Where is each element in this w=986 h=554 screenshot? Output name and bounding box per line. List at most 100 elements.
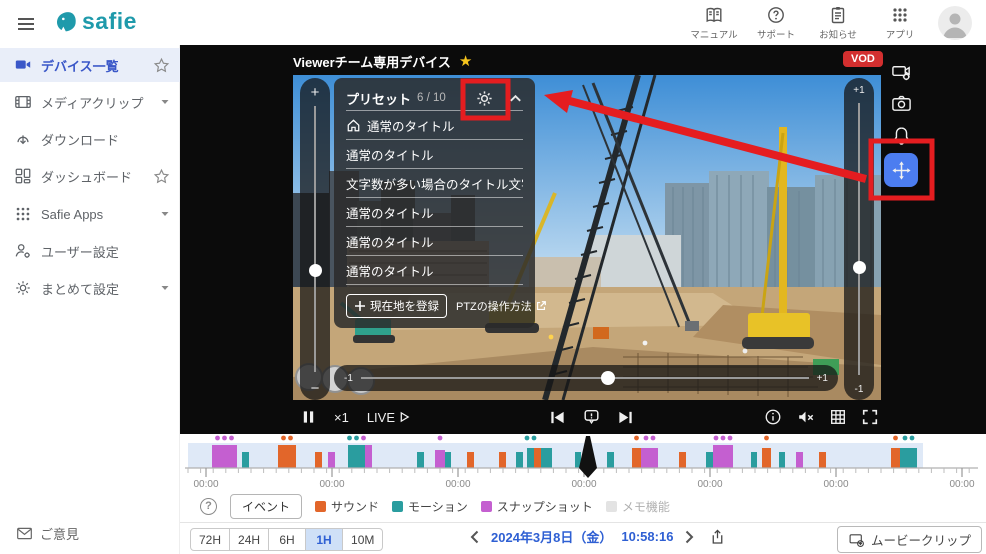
register-position-button[interactable]: 現在地を登録 xyxy=(346,294,447,318)
zoom-slider[interactable]: + − xyxy=(300,78,330,400)
tilt-slider-track[interactable] xyxy=(858,103,860,375)
sidebar-item-media-clip[interactable]: メディアクリップ xyxy=(0,85,180,119)
preset-item-1[interactable]: 通常のタイトル xyxy=(346,111,523,139)
fullscreen-button[interactable] xyxy=(861,408,879,426)
apps-grid-icon xyxy=(14,205,32,223)
range-6h-button[interactable]: 6H xyxy=(268,528,306,551)
nav-manual[interactable]: マニュアル xyxy=(686,5,742,41)
preset-item-6[interactable]: 通常のタイトル xyxy=(346,256,523,284)
sidebar-item-dashboard[interactable]: ダッシュボード xyxy=(0,159,180,193)
timeline[interactable]: 00:0000:0000:0000:0000:0000:0000:00 xyxy=(180,434,986,490)
playback-speed-button[interactable]: ×1 xyxy=(334,410,349,425)
legend-label: サウンド xyxy=(331,498,379,515)
event-dot-purple xyxy=(215,436,220,441)
pan-slider-handle[interactable] xyxy=(601,371,615,385)
sidebar-item-label: デバイス一覧 xyxy=(41,56,119,75)
star-icon[interactable] xyxy=(153,168,170,185)
nav-support[interactable]: サポート xyxy=(748,5,804,41)
nav-label: マニュアル xyxy=(690,27,737,41)
legend-memo: メモ機能 xyxy=(606,498,670,515)
zoom-slider-handle[interactable] xyxy=(309,264,322,277)
recorded-band xyxy=(188,443,923,468)
nav-apps[interactable]: アプリ xyxy=(872,5,928,41)
manual-book-icon xyxy=(704,5,724,25)
preset-collapse-chevron-icon[interactable] xyxy=(508,91,523,106)
share-button[interactable] xyxy=(709,528,726,546)
next-date-chevron-icon[interactable] xyxy=(682,529,696,545)
play-outline-icon xyxy=(399,411,410,423)
multi-view-button[interactable] xyxy=(829,408,847,426)
download-icon xyxy=(14,130,32,148)
range-1h-button[interactable]: 1H xyxy=(305,528,343,551)
video-frame[interactable]: + − +1 -1 -1 +1 プリセット 6 / 10 xyxy=(293,75,881,400)
timeline-tick-label: 00:00 xyxy=(697,479,722,490)
sidebar-item-label: ユーザー設定 xyxy=(41,242,119,261)
skip-back-icon xyxy=(548,409,566,426)
device-title: Viewerチーム専用デバイス xyxy=(293,52,451,71)
range-72h-button[interactable]: 72H xyxy=(190,528,230,551)
movie-clip-button[interactable]: ムービークリップ xyxy=(837,526,982,553)
live-label: LIVE xyxy=(367,410,395,425)
event-marker-button[interactable] xyxy=(582,408,601,426)
sidebar-item-label: メディアクリップ xyxy=(41,93,143,112)
tilt-down-label[interactable]: -1 xyxy=(855,377,864,400)
event-marker-teal xyxy=(900,448,917,468)
share-export-icon xyxy=(709,528,726,546)
preset-item-4[interactable]: 通常のタイトル xyxy=(346,198,523,226)
motion-color-swatch xyxy=(392,501,403,512)
side-toolbar xyxy=(884,55,918,187)
notification-button[interactable] xyxy=(884,119,918,151)
sidebar-item-download[interactable]: ダウンロード xyxy=(0,122,180,156)
ptz-help-link[interactable]: PTZの操作方法 xyxy=(456,298,547,314)
feedback-link[interactable]: ご意見 xyxy=(16,524,79,543)
range-24h-button[interactable]: 24H xyxy=(229,528,269,551)
preset-item-3[interactable]: 文字数が多い場合のタイトル文字数… xyxy=(346,169,523,197)
sidebar-item-bulk-settings[interactable]: まとめて設定 xyxy=(0,271,180,305)
snapshot-button[interactable] xyxy=(884,87,918,119)
sidebar-item-safie-apps[interactable]: Safie Apps xyxy=(0,197,180,231)
event-dot-teal xyxy=(903,436,908,441)
sidebar-item-device-list[interactable]: デバイス一覧 xyxy=(0,48,180,82)
hamburger-menu-icon[interactable] xyxy=(14,12,38,36)
sidebar-item-user-settings[interactable]: ユーザー設定 xyxy=(0,234,180,268)
ptz-help-label: PTZの操作方法 xyxy=(456,298,532,314)
device-camera-icon xyxy=(14,56,32,74)
preset-item-5[interactable]: 通常のタイトル xyxy=(346,227,523,255)
safie-logo[interactable]: safie xyxy=(54,10,137,36)
skip-forward-icon xyxy=(617,409,635,426)
zoom-slider-track[interactable] xyxy=(314,106,316,372)
tilt-slider-handle[interactable] xyxy=(853,261,866,274)
user-avatar[interactable] xyxy=(938,6,972,40)
ptz-move-button[interactable] xyxy=(884,153,918,187)
range-10m-button[interactable]: 10M xyxy=(342,528,383,551)
pan-slider[interactable]: -1 +1 xyxy=(334,365,838,391)
preset-item-2[interactable]: 通常のタイトル xyxy=(346,140,523,168)
event-filter-button[interactable]: イベント xyxy=(230,494,302,519)
event-dot-teal xyxy=(525,436,530,441)
help-icon[interactable]: ? xyxy=(200,498,217,515)
tilt-slider[interactable]: +1 -1 xyxy=(844,78,874,400)
pause-button[interactable] xyxy=(301,409,316,425)
tilt-up-label[interactable]: +1 xyxy=(853,78,864,101)
skip-forward-button[interactable] xyxy=(617,409,635,426)
previous-date-chevron-icon[interactable] xyxy=(468,529,482,545)
nav-news[interactable]: お知らせ xyxy=(810,5,866,41)
live-button[interactable]: LIVE xyxy=(367,410,410,425)
event-marker-purple xyxy=(713,445,733,468)
top-header: safie マニュアル サポート お知らせ アプリ xyxy=(0,0,986,45)
time-range-selector: 72H 24H 6H 1H 10M xyxy=(190,528,383,551)
person-icon xyxy=(938,6,972,40)
star-icon[interactable] xyxy=(153,57,170,74)
mute-button[interactable] xyxy=(796,408,815,426)
header-nav: マニュアル サポート お知らせ アプリ xyxy=(686,5,928,41)
zoom-in-label[interactable]: + xyxy=(311,78,320,104)
favorite-star-icon[interactable]: ★ xyxy=(459,54,472,69)
pan-slider-track[interactable] xyxy=(361,377,809,379)
device-settings-button[interactable] xyxy=(884,55,918,87)
info-button[interactable] xyxy=(764,408,782,426)
chevron-down-icon xyxy=(160,209,170,219)
preset-settings-gear-icon[interactable] xyxy=(475,89,494,108)
zoom-out-label[interactable]: − xyxy=(311,374,320,400)
grid-icon xyxy=(829,408,847,426)
skip-back-button[interactable] xyxy=(548,409,566,426)
